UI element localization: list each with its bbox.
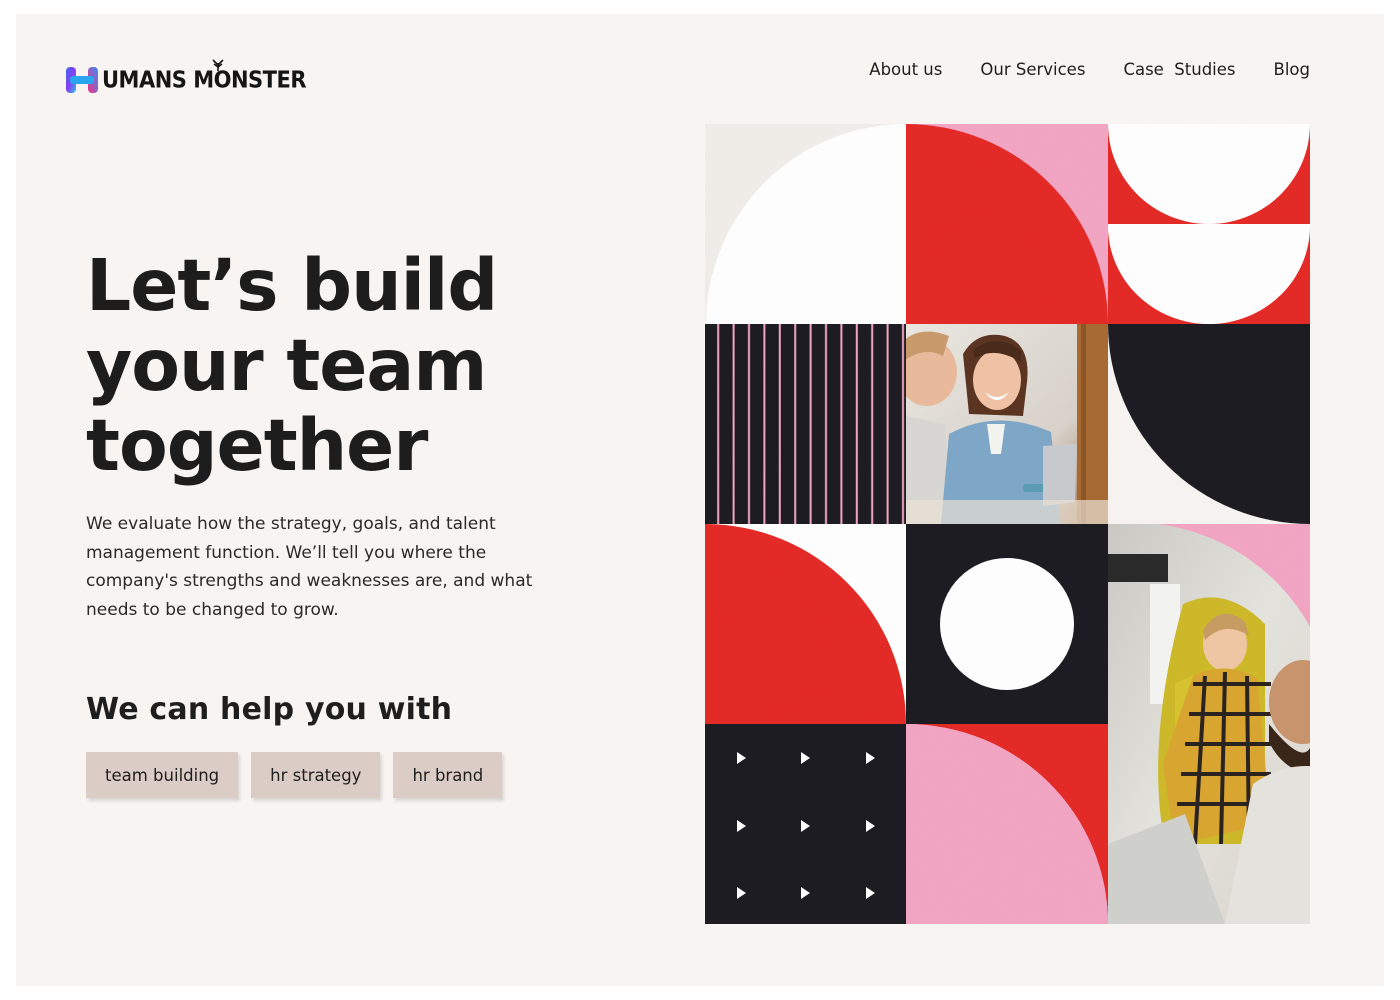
service-tags: team building hr strategy hr brand: [86, 752, 503, 798]
nav-blog[interactable]: Blog: [1274, 60, 1310, 79]
tile-pink-striped-black: [705, 324, 906, 524]
tile-red-quarter-circle-on-pink: [906, 124, 1108, 324]
tile-red-quarter-circle-on-white: [705, 524, 906, 724]
page: UMANS MONSTER About us Our Services Case…: [16, 14, 1384, 986]
main-nav: About us Our Services Case Studies Blog: [869, 60, 1310, 79]
tag-hr-strategy[interactable]: hr strategy: [251, 752, 381, 798]
photo-smiling-woman-laptop: [906, 324, 1108, 524]
tag-team-building[interactable]: team building: [86, 752, 239, 798]
tile-white-circle-on-black: [906, 524, 1108, 724]
h-gradient-logo-icon: [66, 67, 98, 93]
tile-pink-quarter-circle-on-red: [906, 724, 1108, 925]
nav-our-services[interactable]: Our Services: [980, 60, 1085, 79]
tile-white-quarter-circle: [705, 124, 906, 324]
hero-artwork: [705, 124, 1310, 925]
nav-about-us[interactable]: About us: [869, 60, 942, 79]
hero-description: We evaluate how the strategy, goals, and…: [86, 514, 533, 620]
artwork-grid: [705, 124, 1310, 925]
nav-case-studies[interactable]: Case Studies: [1123, 60, 1235, 79]
tile-black-quarter-circle: [1108, 324, 1310, 524]
brand-name: UMANS MONSTER: [102, 66, 307, 93]
hero-title: Let’s build your team together: [86, 244, 498, 487]
tag-hr-brand[interactable]: hr brand: [393, 752, 503, 798]
help-heading: We can help you with: [86, 692, 453, 727]
sprig-icon: [212, 59, 224, 71]
tile-white-semicircles-on-red: [1108, 124, 1310, 324]
brand-logo[interactable]: UMANS MONSTER: [64, 59, 307, 96]
